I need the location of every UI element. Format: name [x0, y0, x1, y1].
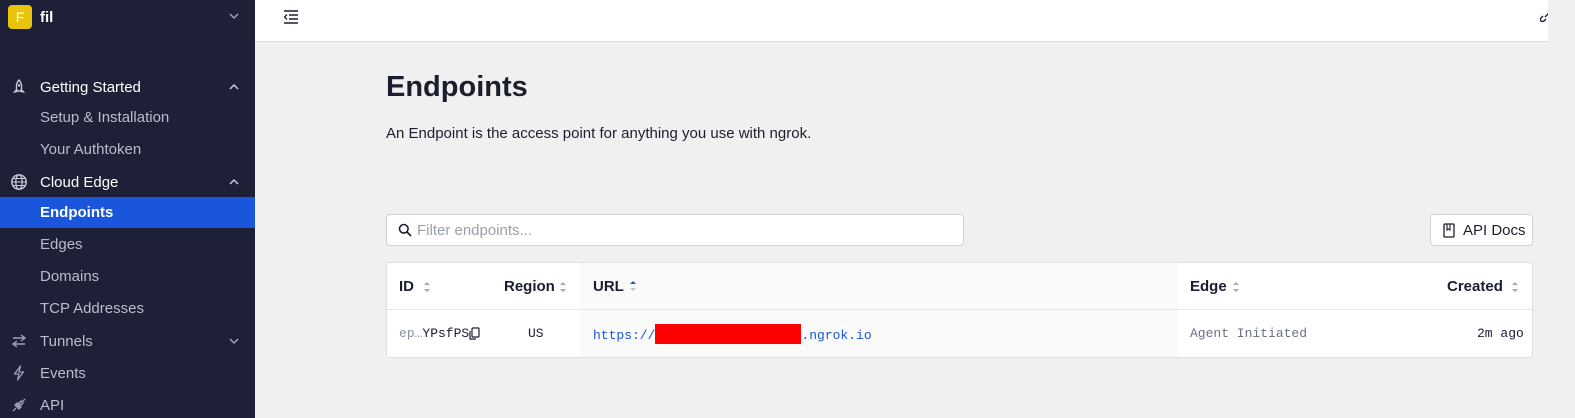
chevron-down-icon: [229, 336, 239, 346]
book-icon: [1443, 223, 1455, 238]
chevron-up-icon: [229, 177, 239, 187]
globe-icon: [10, 173, 28, 191]
sidebar-item-domains[interactable]: Domains: [0, 261, 255, 292]
sort-icon[interactable]: [559, 280, 567, 294]
sidebar-section-label: Cloud Edge: [40, 174, 119, 191]
sidebar-item-edges[interactable]: Edges: [0, 229, 255, 260]
sidebar-item-tunnels[interactable]: Tunnels: [0, 326, 255, 356]
column-header-created[interactable]: Created: [1447, 278, 1503, 295]
sidebar-item-label: Edges: [40, 236, 83, 253]
sidebar-item-events[interactable]: Events: [0, 358, 255, 388]
chevron-up-icon: [229, 82, 239, 92]
search-icon: [398, 223, 412, 237]
arrows-icon: [10, 332, 28, 350]
sidebar-item-label: Setup & Installation: [40, 109, 170, 126]
sidebar-item-your-authtoken[interactable]: Your Authtoken: [0, 134, 255, 165]
endpoint-created: 2m ago: [1477, 326, 1524, 341]
column-header-id[interactable]: ID: [399, 278, 414, 295]
column-header-edge[interactable]: Edge: [1190, 278, 1227, 295]
sort-icon[interactable]: [1232, 280, 1240, 294]
page-title: Endpoints: [386, 71, 528, 103]
sidebar: F fil Getting Started Setup & Installati…: [0, 0, 255, 418]
sort-icon[interactable]: [423, 280, 431, 294]
collapse-sidebar-icon[interactable]: [283, 9, 299, 25]
sidebar-item-label: TCP Addresses: [40, 300, 144, 317]
endpoint-url-link[interactable]: https://.ngrok.io: [593, 324, 872, 344]
sort-icon[interactable]: [1511, 280, 1519, 294]
sidebar-item-label: Your Authtoken: [40, 141, 142, 158]
sidebar-item-label: Domains: [40, 268, 100, 285]
sort-ascending-icon[interactable]: [629, 279, 637, 293]
endpoints-table: ID Region URL Edge Created ep…YPsfPS US …: [386, 262, 1533, 358]
sidebar-item-tcp-addresses[interactable]: TCP Addresses: [0, 293, 255, 324]
endpoint-edge: Agent Initiated: [1190, 326, 1308, 341]
org-name: fil: [40, 9, 54, 26]
org-avatar: F: [8, 5, 32, 29]
sidebar-section-label: Getting Started: [40, 79, 141, 96]
org-switcher[interactable]: F fil: [0, 0, 255, 34]
link-icon[interactable]: [1540, 8, 1548, 22]
endpoint-id: ep…YPsfPS: [399, 326, 470, 341]
sidebar-item-label: Events: [40, 365, 86, 382]
sidebar-item-label: API: [40, 397, 65, 414]
sidebar-item-setup-installation[interactable]: Setup & Installation: [0, 102, 255, 133]
column-header-url[interactable]: URL: [593, 278, 624, 295]
sidebar-item-api[interactable]: API: [0, 390, 255, 418]
sidebar-section-getting-started[interactable]: Getting Started: [0, 72, 255, 102]
sidebar-item-label: Endpoints: [40, 204, 114, 221]
table-header: ID Region URL Edge Created: [387, 263, 1532, 310]
sidebar-item-label: Tunnels: [40, 333, 93, 350]
top-bar: [255, 0, 1548, 42]
table-row[interactable]: ep…YPsfPS US https://.ngrok.io Agent Ini…: [387, 310, 1532, 357]
page-description: An Endpoint is the access point for anyt…: [386, 125, 812, 142]
sidebar-item-endpoints[interactable]: Endpoints: [0, 197, 255, 228]
column-header-region[interactable]: Region: [504, 278, 555, 295]
redacted-subdomain: [655, 324, 802, 344]
plug-icon: [10, 396, 28, 414]
lightning-icon: [10, 364, 28, 382]
api-docs-label: API Docs: [1463, 222, 1526, 239]
copy-icon[interactable]: [469, 327, 480, 340]
search-input[interactable]: [417, 220, 947, 240]
rocket-icon: [10, 78, 28, 96]
api-docs-button[interactable]: API Docs: [1430, 214, 1533, 246]
filter-endpoints-field[interactable]: [386, 214, 964, 246]
sidebar-section-cloud-edge[interactable]: Cloud Edge: [0, 167, 255, 197]
endpoint-region: US: [528, 326, 544, 341]
chevron-down-icon: [229, 11, 239, 21]
